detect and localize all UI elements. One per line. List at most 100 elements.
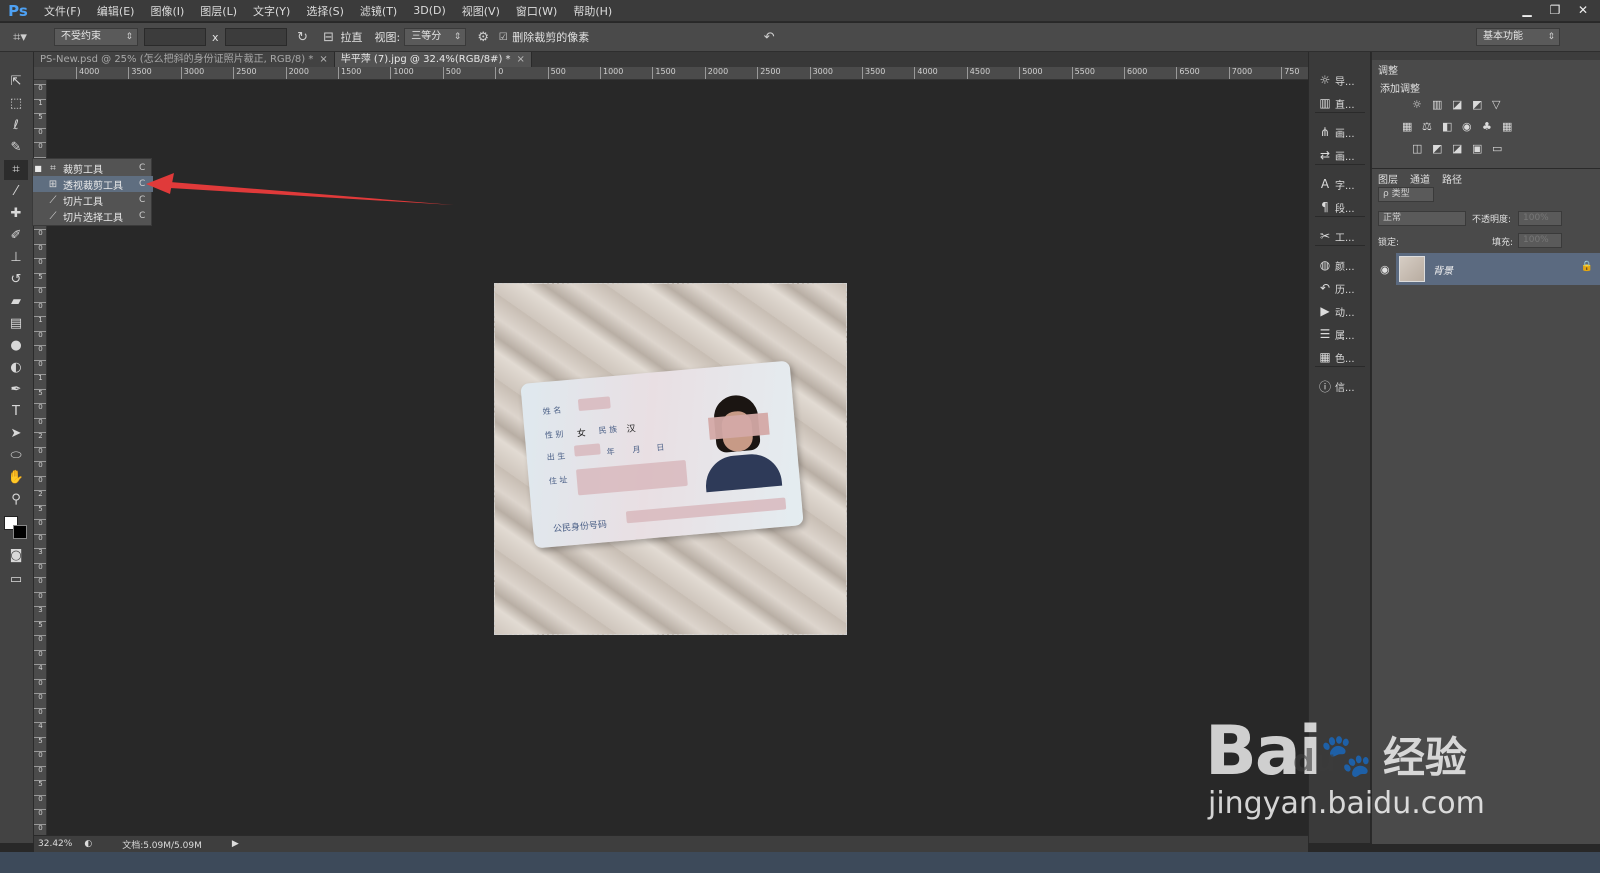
menu-layer[interactable]: 图层(L) xyxy=(192,3,245,19)
screen-mode-icon[interactable]: ▭ xyxy=(4,570,28,590)
dock-item-clone-source[interactable]: ⇄ 画... xyxy=(1315,145,1367,165)
tab-channels[interactable]: 通道 xyxy=(1410,171,1430,186)
restore-button[interactable]: ❐ xyxy=(1544,2,1566,18)
canvas-image[interactable]: 姓 名 性 别 女 民 族 汉 出 生 年 月 日 住 址 公民身份号码 xyxy=(494,283,847,635)
menu-filter[interactable]: 滤镜(T) xyxy=(352,3,405,19)
selective-color-icon[interactable]: ▭ xyxy=(1492,142,1502,155)
quick-mask-icon[interactable]: ◙ xyxy=(4,546,28,566)
gradient-map-icon[interactable]: ▣ xyxy=(1472,142,1482,155)
menu-help[interactable]: 帮助(H) xyxy=(565,3,620,19)
layer-row-background[interactable]: 背景 🔒 xyxy=(1396,253,1600,285)
crop-handle-tr[interactable] xyxy=(838,284,846,292)
color-lookup-icon[interactable]: ▦ xyxy=(1502,120,1512,133)
gradient-tool-icon[interactable]: ▤ xyxy=(4,314,28,334)
color-balance-icon[interactable]: ⚖ xyxy=(1422,120,1432,133)
view-overlay-dropdown[interactable]: 三等分 xyxy=(404,28,467,46)
photo-filter-icon[interactable]: ◉ xyxy=(1462,120,1472,133)
layer-kind-filter[interactable]: ρ 类型 xyxy=(1378,187,1434,202)
dock-item-actions[interactable]: ▶ 动... xyxy=(1315,301,1367,321)
channel-mixer-icon[interactable]: ♣ xyxy=(1482,120,1492,133)
crop-handle-bl[interactable] xyxy=(495,626,503,634)
ratio-dropdown[interactable]: 不受约束 xyxy=(54,28,138,46)
lasso-tool-icon[interactable]: ℓ xyxy=(4,116,28,136)
threshold-icon[interactable]: ◪ xyxy=(1452,142,1462,155)
blur-tool-icon[interactable]: ● xyxy=(4,336,28,356)
zoom-level[interactable]: 32.42% xyxy=(38,839,72,849)
levels-icon[interactable]: ▥ xyxy=(1432,98,1442,111)
posterize-icon[interactable]: ◩ xyxy=(1432,142,1442,155)
history-brush-tool-icon[interactable]: ↺ xyxy=(4,270,28,290)
dock-item-info[interactable]: ⓘ 信... xyxy=(1315,376,1367,396)
quick-select-tool-icon[interactable]: ✎ xyxy=(4,138,28,158)
brightness-icon[interactable]: ☼ xyxy=(1412,98,1422,111)
eyedropper-tool-icon[interactable]: ⁄ xyxy=(4,182,28,202)
checkbox-checked-icon[interactable]: ☑ xyxy=(496,32,510,43)
opacity-input[interactable]: 100% xyxy=(1518,211,1562,226)
workspace-dropdown[interactable]: 基本功能 xyxy=(1476,28,1560,46)
crop-handle-br[interactable] xyxy=(838,626,846,634)
crop-width-input[interactable] xyxy=(144,28,206,46)
dock-item-swatches[interactable]: ▦ 色... xyxy=(1315,347,1367,367)
straighten-icon[interactable]: ⊟ xyxy=(319,30,339,45)
gear-icon[interactable]: ⚙ xyxy=(472,30,494,45)
dodge-tool-icon[interactable]: ◐ xyxy=(4,358,28,378)
flyout-perspective-crop-tool[interactable]: ⊞ 透视裁剪工具 C xyxy=(33,176,153,192)
tab-close-icon[interactable]: × xyxy=(319,54,327,65)
path-select-tool-icon[interactable]: ➤ xyxy=(4,424,28,444)
tab-id-photo[interactable]: 毕平萍 (7).jpg @ 32.4%(RGB/8#) * × xyxy=(334,52,532,67)
reset-icon[interactable]: ↶ xyxy=(759,30,779,45)
flyout-crop-tool[interactable]: ■ ⌗ 裁剪工具 C xyxy=(33,160,153,176)
dock-item-navigator[interactable]: ☼ 导... xyxy=(1315,70,1367,90)
crop-tool-icon[interactable]: ⌗ xyxy=(4,160,28,180)
blend-mode-dropdown[interactable]: 正常 xyxy=(1378,211,1466,226)
move-tool-icon[interactable]: ⇱ xyxy=(4,72,28,92)
invert-icon[interactable]: ◫ xyxy=(1412,142,1422,155)
crop-handle-tl[interactable] xyxy=(495,284,503,292)
ellipse-tool-icon[interactable]: ⬭ xyxy=(4,446,28,466)
dock-item-properties[interactable]: ☰ 属... xyxy=(1315,324,1367,344)
fill-input[interactable]: 100% xyxy=(1518,233,1562,248)
vibrance-icon[interactable]: ▽ xyxy=(1492,98,1500,111)
flyout-slice-tool[interactable]: ⟋ 切片工具 C xyxy=(33,192,153,208)
menu-window[interactable]: 窗口(W) xyxy=(508,3,565,19)
crop-tool-preset-icon[interactable]: ⌗▾ xyxy=(0,30,40,45)
eye-visibility-icon[interactable]: ◉ xyxy=(1380,263,1390,276)
background-color-swatch[interactable] xyxy=(13,525,27,539)
curves-icon[interactable]: ◪ xyxy=(1452,98,1462,111)
close-button[interactable]: ✕ xyxy=(1572,2,1594,18)
dock-item-histogram[interactable]: ▥ 直... xyxy=(1315,93,1367,113)
type-tool-icon[interactable]: T xyxy=(4,402,28,422)
crop-height-input[interactable] xyxy=(224,28,287,46)
menu-view[interactable]: 视图(V) xyxy=(454,3,508,19)
healing-brush-tool-icon[interactable]: ✚ xyxy=(4,204,28,224)
menu-select[interactable]: 选择(S) xyxy=(298,3,352,19)
zoom-tool-icon[interactable]: ⚲ xyxy=(4,490,28,510)
flyout-slice-select-tool[interactable]: ⟋ 切片选择工具 C xyxy=(33,208,153,224)
tab-ps-new[interactable]: PS-New.psd @ 25% (怎么把斜的身份证照片裁正, RGB/8) *… xyxy=(34,52,335,67)
straighten-label[interactable]: 拉直 xyxy=(341,29,363,45)
menu-type[interactable]: 文字(Y) xyxy=(245,3,298,19)
swap-rotate-icon[interactable]: ↻ xyxy=(291,30,315,45)
hue-saturation-icon[interactable]: ▦ xyxy=(1402,120,1412,133)
dock-item-tool-presets[interactable]: ✂ 工... xyxy=(1315,226,1367,246)
brush-tool-icon[interactable]: ✐ xyxy=(4,226,28,246)
dock-item-paragraph[interactable]: ¶ 段... xyxy=(1315,197,1367,217)
delete-cropped-pixels-label[interactable]: 删除裁剪的像素 xyxy=(512,29,589,45)
tab-adjustments[interactable]: 调整 xyxy=(1378,62,1398,77)
dock-item-character[interactable]: A 字... xyxy=(1315,174,1367,194)
menu-3d[interactable]: 3D(D) xyxy=(405,4,454,17)
menu-file[interactable]: 文件(F) xyxy=(36,3,89,19)
marquee-tool-icon[interactable]: ⬚ xyxy=(4,94,28,114)
minimize-button[interactable]: ▁ xyxy=(1516,2,1538,18)
dock-item-history[interactable]: ↶ 历... xyxy=(1315,278,1367,298)
eraser-tool-icon[interactable]: ▰ xyxy=(4,292,28,312)
pen-tool-icon[interactable]: ✒ xyxy=(4,380,28,400)
tab-layers[interactable]: 图层 xyxy=(1378,171,1398,186)
black-white-icon[interactable]: ◧ xyxy=(1442,120,1452,133)
hand-tool-icon[interactable]: ✋ xyxy=(4,468,28,488)
menu-edit[interactable]: 编辑(E) xyxy=(89,3,143,19)
clone-stamp-tool-icon[interactable]: ⊥ xyxy=(4,248,28,268)
dock-item-color[interactable]: ◍ 颜... xyxy=(1315,255,1367,275)
status-menu-arrow-icon[interactable]: ▶ xyxy=(232,839,239,849)
exposure-icon[interactable]: ◩ xyxy=(1472,98,1482,111)
